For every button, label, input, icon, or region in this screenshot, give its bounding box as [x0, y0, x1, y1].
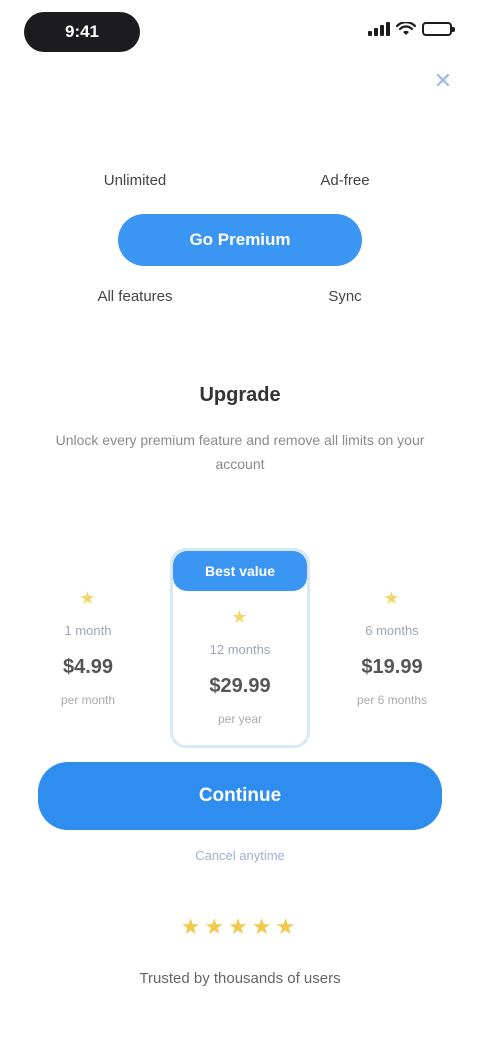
close-button[interactable]: ✕ — [428, 66, 458, 96]
plan-star-icon: ★ — [231, 607, 249, 627]
cancel-note: Cancel anytime — [195, 848, 285, 863]
status-bar: 9:41 — [0, 0, 480, 64]
plan-period: per 6 months — [356, 693, 428, 707]
feature-row-bottom: All features Sync — [0, 288, 480, 305]
plan-option-left[interactable]: ★ 1 month $4.99 per month — [24, 588, 152, 738]
plan-price: $29.99 — [209, 675, 271, 697]
feature-label: Sync — [328, 288, 362, 305]
plan-star-icon: ★ — [383, 588, 401, 608]
battery-icon — [422, 22, 455, 36]
status-icons — [368, 22, 455, 36]
plan-option-right[interactable]: ★ 6 months $19.99 per 6 months — [328, 588, 456, 738]
plan-period: per month — [60, 693, 116, 707]
plan-duration: 1 month — [64, 623, 112, 638]
plan-price: $19.99 — [361, 656, 423, 678]
wifi-icon — [396, 22, 416, 35]
feature-label: Ad-free — [320, 172, 370, 189]
status-time: 9:41 — [24, 12, 140, 52]
feature-label: All features — [97, 288, 173, 305]
plan-star-icon: ★ — [79, 588, 97, 608]
plan-duration: 6 months — [365, 623, 419, 638]
rating-stars-icon: ★★★★★ — [180, 914, 300, 939]
plan-duration: 12 months — [209, 642, 271, 657]
best-value-badge: Best value — [173, 551, 307, 591]
premium-badge: Go Premium — [118, 214, 362, 266]
review-text: Trusted by thousands of users — [139, 970, 341, 987]
continue-button[interactable]: Continue — [38, 762, 442, 830]
plan-price: $4.99 — [62, 656, 114, 678]
page-subtitle: Unlock every premium feature and remove … — [55, 432, 425, 472]
signal-icon — [368, 22, 390, 36]
plan-option-selected[interactable]: Best value ★ 12 months $29.99 per year — [170, 548, 310, 748]
plan-period: per year — [217, 712, 263, 726]
feature-label: Unlimited — [103, 172, 167, 189]
feature-row-top: Unlimited Ad-free — [0, 172, 480, 189]
page-title: Upgrade — [199, 384, 281, 406]
plan-selector: ★ 1 month $4.99 per month Best value ★ 1… — [24, 548, 456, 748]
